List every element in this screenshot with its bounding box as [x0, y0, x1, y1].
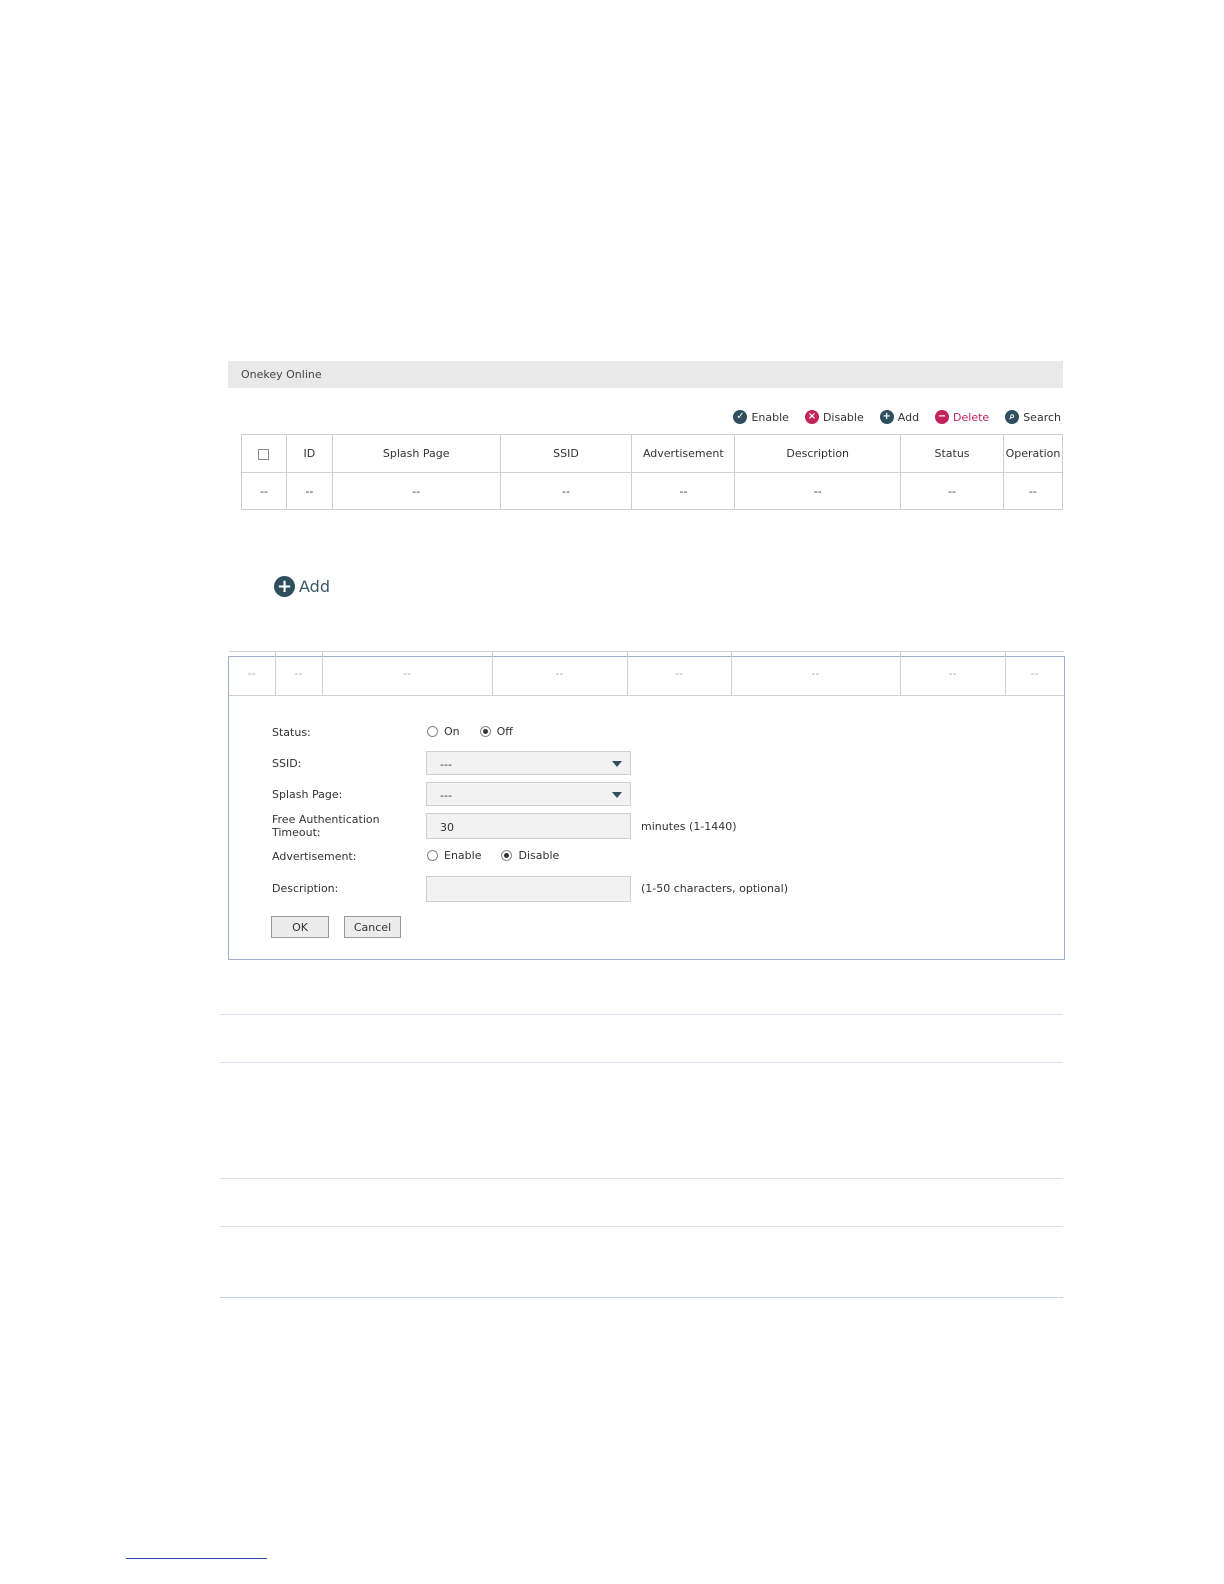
description-label: Description:: [272, 882, 339, 895]
advertisement-radio-group: Enable Disable: [427, 849, 579, 862]
advertisement-label: Advertisement:: [272, 850, 357, 863]
status-on-radio[interactable]: On: [427, 725, 460, 738]
table-cell: --: [631, 472, 736, 510]
splash-page-label: Splash Page:: [272, 788, 343, 801]
chevron-down-icon: [612, 792, 622, 798]
free-auth-timeout-value: 30: [440, 821, 454, 834]
search-label: Search: [1023, 410, 1061, 424]
ok-button[interactable]: OK: [271, 916, 329, 938]
column-header: Operation: [1002, 434, 1064, 473]
table-row: -- -- -- -- -- -- -- --: [229, 651, 1064, 696]
table-cell: --: [229, 651, 276, 696]
radio-button-selected[interactable]: [479, 726, 491, 737]
description-hint: (1-50 characters, optional): [641, 882, 789, 895]
status-off-label: Off: [496, 725, 513, 738]
add-entry-panel: -- -- -- -- -- -- -- -- Status: On Off S…: [228, 651, 1065, 960]
radio-button[interactable]: [427, 850, 438, 861]
add-tool-button[interactable]: + Add: [879, 410, 920, 424]
panel-title: Onekey Online: [241, 368, 322, 381]
minus-icon: −: [935, 410, 950, 424]
table-cell: --: [734, 472, 902, 510]
description-input[interactable]: [426, 876, 631, 902]
enable-button[interactable]: ✓ Enable: [733, 410, 789, 424]
free-auth-timeout-input[interactable]: 30: [426, 813, 631, 839]
free-auth-timeout-label-line2: Timeout:: [272, 826, 321, 839]
radio-button[interactable]: [427, 726, 438, 737]
free-auth-timeout-label-line1: Free Authentication: [272, 813, 380, 826]
chevron-down-icon: [612, 761, 622, 767]
panel-header: Onekey Online: [228, 361, 1063, 388]
splash-page-value: ---: [440, 789, 452, 802]
advertisement-disable-label: Disable: [518, 849, 560, 862]
column-header: Splash Page: [331, 434, 501, 473]
enable-label: Enable: [751, 410, 789, 424]
table-cell: --: [900, 472, 1004, 510]
column-header: SSID: [499, 434, 633, 473]
table-cell: --: [285, 472, 333, 510]
table-header-row: ID Splash Page SSID Advertisement Descri…: [241, 434, 1064, 473]
check-icon: ✓: [733, 410, 748, 424]
disable-label: Disable: [822, 410, 864, 424]
add-label: Add: [897, 410, 920, 424]
free-auth-timeout-label: Free Authentication Timeout:: [272, 813, 380, 839]
status-off-radio[interactable]: Off: [479, 725, 513, 738]
toolbar: ✓ Enable × Disable + Add − Delete ⌕ Sear…: [717, 408, 1061, 426]
ssid-select[interactable]: ---: [426, 751, 631, 775]
divider: [220, 1297, 1063, 1298]
divider: [220, 1178, 1063, 1179]
table-cell: --: [626, 651, 732, 696]
table-cell: --: [1002, 472, 1064, 510]
table-cell: --: [321, 651, 493, 696]
add-button[interactable]: + Add: [274, 576, 330, 597]
status-label: Status:: [272, 726, 311, 739]
disable-button[interactable]: × Disable: [804, 410, 864, 424]
free-auth-timeout-hint: minutes (1-1440): [641, 820, 737, 833]
column-header: ID: [285, 434, 333, 473]
cancel-button[interactable]: Cancel: [344, 916, 401, 938]
table-cell: --: [241, 472, 287, 510]
advertisement-disable-radio[interactable]: Disable: [501, 849, 559, 862]
select-all-cell[interactable]: [241, 434, 287, 473]
new-entry-row-table: -- -- -- -- -- -- -- --: [229, 651, 1064, 696]
status-on-label: On: [444, 725, 460, 738]
search-icon: ⌕: [1005, 410, 1020, 424]
delete-button[interactable]: − Delete: [935, 410, 989, 424]
status-radio-group: On Off: [427, 725, 533, 738]
column-header: Status: [900, 434, 1004, 473]
column-header: Description: [734, 434, 902, 473]
add-button-label: Add: [299, 577, 330, 596]
table-cell: --: [730, 651, 901, 696]
divider: [220, 1226, 1063, 1227]
column-header: Advertisement: [631, 434, 736, 473]
divider: [220, 1014, 1063, 1015]
divider: [220, 1062, 1063, 1063]
portal-table: ID Splash Page SSID Advertisement Descri…: [241, 434, 1064, 510]
advertisement-enable-radio[interactable]: Enable: [427, 849, 481, 862]
close-icon: ×: [804, 410, 819, 424]
plus-icon: +: [879, 410, 894, 424]
radio-button-selected[interactable]: [501, 850, 513, 861]
plus-icon: +: [274, 576, 295, 597]
table-row: -- -- -- -- -- -- -- --: [241, 472, 1064, 510]
table-cell: --: [331, 472, 501, 510]
table-cell: --: [491, 651, 628, 696]
table-cell: --: [899, 651, 1006, 696]
ssid-value: ---: [440, 758, 452, 771]
table-cell: --: [274, 651, 323, 696]
ssid-label: SSID:: [272, 757, 302, 770]
table-cell: --: [499, 472, 633, 510]
delete-label: Delete: [953, 410, 990, 424]
search-button[interactable]: ⌕ Search: [1005, 410, 1061, 424]
advertisement-enable-label: Enable: [444, 849, 482, 862]
table-cell: --: [1004, 651, 1064, 696]
footnote-separator: [126, 1558, 267, 1559]
select-all-checkbox[interactable]: [258, 448, 270, 460]
splash-page-select[interactable]: ---: [426, 782, 631, 806]
